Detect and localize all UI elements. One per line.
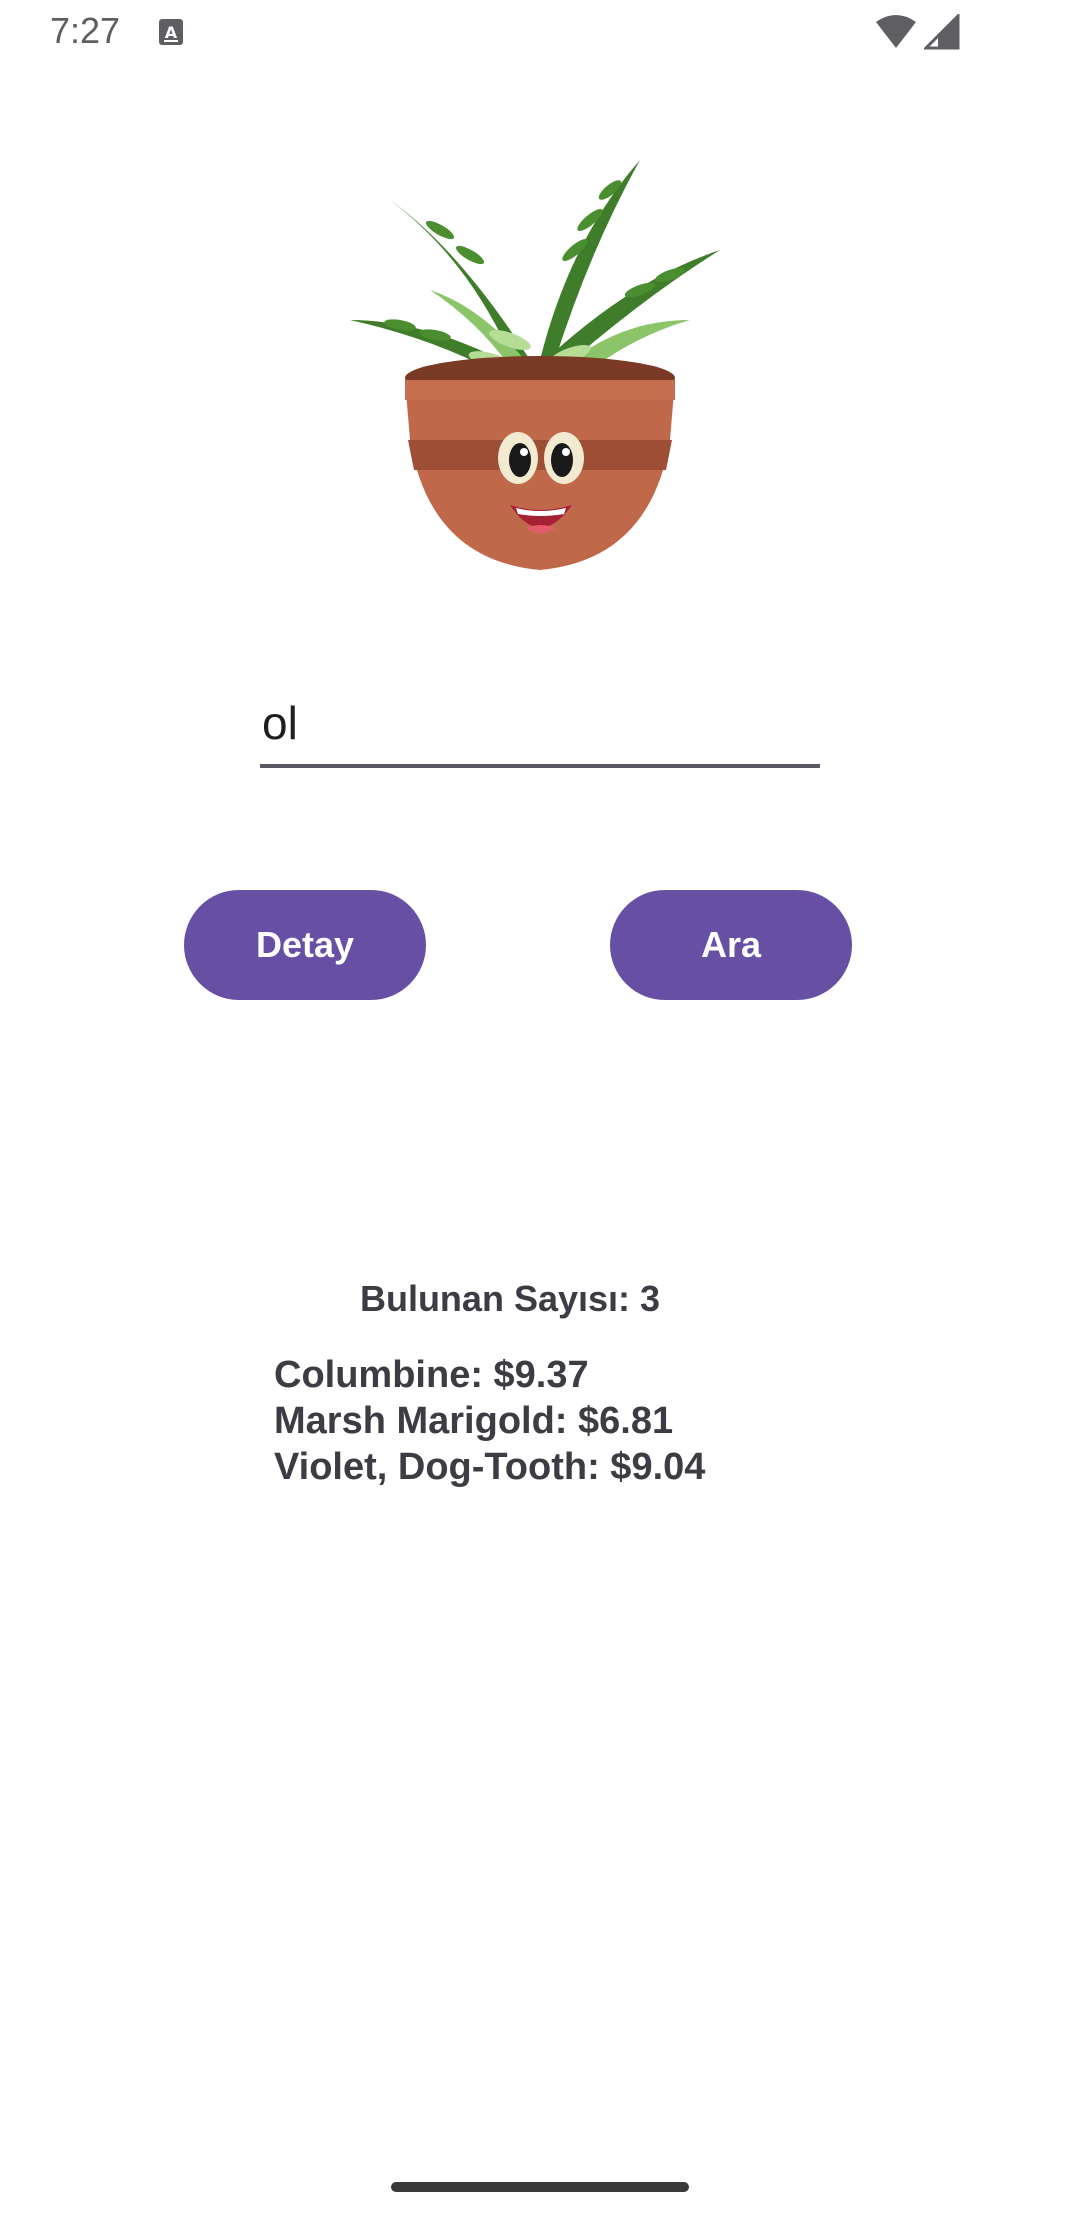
smiling-potted-fern-icon [350,160,720,570]
text-a-icon: A [159,19,183,45]
app-screen: 7:27 A ol Detay Ara Bulunan Sayısı: 3 Co… [0,0,1080,2220]
gesture-nav-handle[interactable] [391,2182,689,2192]
signal-icon [924,14,960,50]
wifi-icon [876,15,916,48]
list-item: Marsh Marigold: $6.81 [274,1400,674,1442]
status-time: 7:27 [50,10,121,51]
search-field [260,690,820,770]
ara-button[interactable]: Ara [610,890,852,1000]
result-count: Bulunan Sayısı: 3 [359,1278,661,1319]
status-icons [874,14,960,50]
svg-text:A: A [165,23,178,42]
list-item: Columbine: $9.37 [274,1354,589,1396]
result-list: Columbine: $9.37 Marsh Marigold: $6.81 V… [274,1352,705,1490]
detay-button[interactable]: Detay [184,890,426,1000]
search-input[interactable] [260,690,820,768]
list-item: Violet, Dog-Tooth: $9.04 [274,1446,706,1488]
